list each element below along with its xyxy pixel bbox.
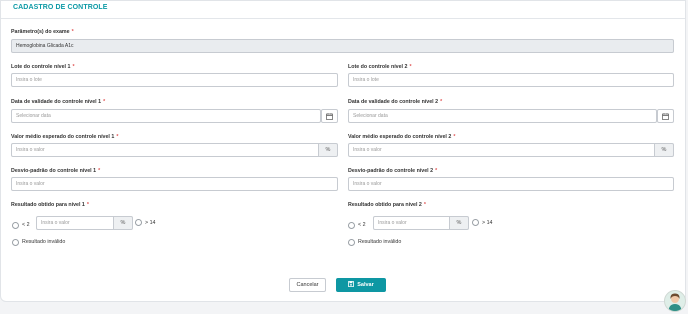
- result-n1-gt-label: > 14: [145, 220, 156, 226]
- required-mark: *: [440, 99, 443, 105]
- lot-n2-label: Lote do controle nível 2 *: [348, 64, 412, 70]
- control-registration-card: CADASTRO DE CONTROLE Parâmetro(s) do exa…: [0, 0, 686, 302]
- validity-n1-label: Data de validade do controle nível 1 *: [11, 99, 105, 105]
- support-avatar[interactable]: [664, 290, 686, 312]
- required-mark: *: [71, 29, 74, 35]
- result-n2-lt-label: < 2: [358, 222, 366, 228]
- lot-n1-label: Lote do controle nível 1 *: [11, 64, 75, 70]
- sd-n2-label: Desvio-padrão do controle nível 2 *: [348, 168, 437, 174]
- save-button-label: Salvar: [357, 282, 374, 288]
- mean-n1-input[interactable]: Insira o valor: [11, 143, 319, 157]
- required-mark: *: [453, 134, 456, 140]
- required-mark: *: [116, 134, 119, 140]
- page-title: CADASTRO DE CONTROLE: [13, 4, 108, 11]
- param-field: Hemoglobina Glicada A1c: [11, 39, 674, 53]
- validity-n2-label-text: Data de validade do controle nível 2: [348, 99, 439, 105]
- result-n1-gt-radio[interactable]: [135, 219, 142, 226]
- result-n2-input[interactable]: Insira o valor: [373, 216, 450, 230]
- result-n1-label: Resultado obtido para nível 1 *: [11, 202, 89, 208]
- validity-n1-input[interactable]: Selecionar data: [11, 109, 321, 123]
- calendar-icon: [662, 113, 669, 120]
- sd-n2-input[interactable]: Insira o valor: [348, 177, 674, 191]
- required-mark: *: [72, 64, 75, 70]
- required-mark: *: [435, 168, 438, 174]
- lot-n1-label-text: Lote do controle nível 1: [11, 64, 71, 70]
- result-n2-invalid-label: Resultado inválido: [358, 239, 402, 245]
- result-n1-lt-label: < 2: [22, 222, 30, 228]
- required-mark: *: [86, 202, 89, 208]
- validity-n1-calendar-button[interactable]: [321, 109, 338, 123]
- validity-n1-label-text: Data de validade do controle nível 1: [11, 99, 102, 105]
- cancel-button[interactable]: Cancelar: [289, 278, 326, 292]
- lot-n2-label-text: Lote do controle nível 2: [348, 64, 408, 70]
- required-mark: *: [423, 202, 426, 208]
- result-n2-lt-radio[interactable]: [348, 222, 355, 229]
- result-n1-label-text: Resultado obtido para nível 1: [11, 202, 85, 208]
- result-n2-gt-radio[interactable]: [472, 219, 479, 226]
- result-n1-lt-radio[interactable]: [12, 222, 19, 229]
- result-n2-label: Resultado obtido para nível 2 *: [348, 202, 426, 208]
- result-n1-invalid-label: Resultado inválido: [22, 239, 66, 245]
- sd-n1-label: Desvio-padrão do controle nível 1 *: [11, 168, 100, 174]
- result-n1-input[interactable]: Insira o valor: [36, 216, 114, 230]
- lot-n2-input[interactable]: Insira o lote: [348, 73, 674, 87]
- result-n2-invalid-radio[interactable]: [348, 239, 355, 246]
- validity-n2-input[interactable]: Selecionar data: [348, 109, 657, 123]
- result-n2-gt-label: > 14: [482, 220, 493, 226]
- mean-n2-unit: %: [655, 143, 674, 157]
- result-n2-unit: %: [450, 216, 469, 230]
- required-mark: *: [98, 168, 101, 174]
- mean-n1-label: Valor médio esperado do controle nível 1…: [11, 134, 118, 140]
- param-label-text: Parâmetro(s) do exame: [11, 29, 70, 35]
- assistant-avatar-icon: [668, 293, 682, 311]
- lot-n1-input[interactable]: Insira o lote: [11, 73, 338, 87]
- save-icon: [348, 280, 355, 287]
- mean-n2-input[interactable]: Insira o valor: [348, 143, 655, 157]
- result-n1-invalid-radio[interactable]: [12, 239, 19, 246]
- validity-n2-calendar-button[interactable]: [657, 109, 674, 123]
- mean-n1-label-text: Valor médio esperado do controle nível 1: [11, 134, 115, 140]
- param-label: Parâmetro(s) do exame *: [11, 29, 74, 35]
- sd-n2-label-text: Desvio-padrão do controle nível 2: [348, 168, 434, 174]
- save-button[interactable]: Salvar: [336, 278, 386, 292]
- validity-n2-label: Data de validade do controle nível 2 *: [348, 99, 442, 105]
- sd-n1-input[interactable]: Insira o valor: [11, 177, 338, 191]
- mean-n1-unit: %: [319, 143, 338, 157]
- sd-n1-label-text: Desvio-padrão do controle nível 1: [11, 168, 97, 174]
- result-n2-label-text: Resultado obtido para nível 2: [348, 202, 422, 208]
- required-mark: *: [103, 99, 106, 105]
- mean-n2-label-text: Valor médio esperado do controle nível 2: [348, 134, 452, 140]
- calendar-icon: [326, 113, 333, 120]
- header-divider: [1, 18, 685, 19]
- required-mark: *: [409, 64, 412, 70]
- result-n1-unit: %: [114, 216, 133, 230]
- mean-n2-label: Valor médio esperado do controle nível 2…: [348, 134, 455, 140]
